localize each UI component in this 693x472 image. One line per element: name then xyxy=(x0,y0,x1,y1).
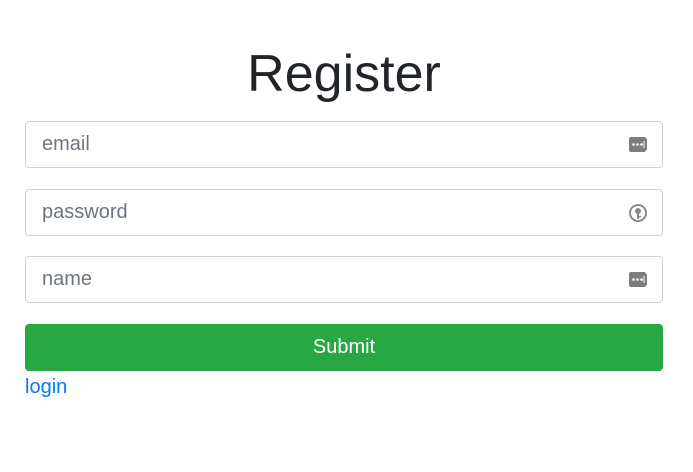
page-title: Register xyxy=(247,45,441,103)
password-input[interactable] xyxy=(26,190,662,235)
email-field-wrapper xyxy=(25,121,663,168)
password-key-icon[interactable] xyxy=(628,202,648,224)
login-link[interactable]: login xyxy=(25,375,67,399)
password-manager-icon[interactable] xyxy=(628,269,648,291)
email-input[interactable] xyxy=(26,122,662,167)
name-input[interactable] xyxy=(26,257,662,302)
password-manager-icon[interactable] xyxy=(628,134,648,156)
register-page: Register Submit xyxy=(0,0,693,472)
submit-button[interactable]: Submit xyxy=(25,324,663,371)
name-field-wrapper xyxy=(25,256,663,303)
password-field-wrapper xyxy=(25,189,663,236)
